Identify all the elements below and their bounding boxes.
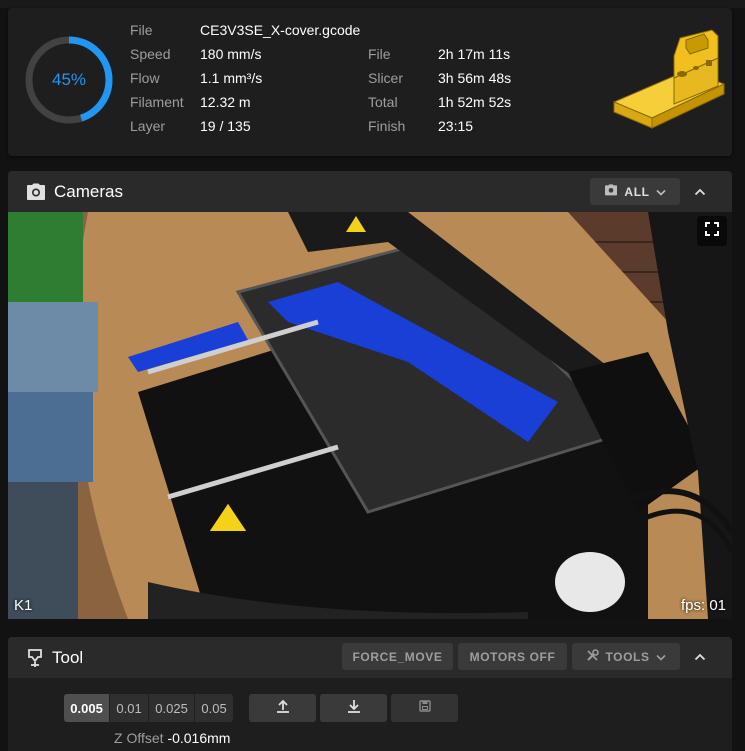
z-offset-readout: Z Offset -0.016mm <box>114 730 230 746</box>
progress-percent: 45% <box>51 70 87 89</box>
fullscreen-button[interactable] <box>697 216 727 246</box>
z-offset-save-button[interactable] <box>391 694 458 722</box>
cameras-collapse-button[interactable] <box>688 180 712 204</box>
tool-title: Tool <box>52 647 84 667</box>
tool-collapse-button[interactable] <box>688 645 712 669</box>
stat-label-finish: Finish <box>368 118 406 134</box>
stat-label-layer: Layer <box>130 118 166 134</box>
z-offset-down-button[interactable] <box>320 694 387 722</box>
chevron-up-icon <box>694 648 706 666</box>
stat-value-slicer: 3h 56m 48s <box>438 70 512 86</box>
camera-select-label: ALL <box>624 184 650 199</box>
z-step-selector: 0.005 0.01 0.025 0.05 <box>64 694 233 722</box>
stat-label-file: File <box>130 22 153 38</box>
stat-label-filament: Filament <box>130 94 184 110</box>
stat-value-finish: 23:15 <box>438 118 474 134</box>
nozzle-icon <box>26 648 44 668</box>
z-step-0025[interactable]: 0.025 <box>149 694 196 722</box>
camera-name-label: K1 <box>14 597 33 614</box>
save-icon <box>418 699 431 717</box>
stat-value-filament: 12.32 m <box>200 94 251 110</box>
stat-value-total: 1h 52m 52s <box>438 94 512 110</box>
chevron-down-icon <box>655 185 666 199</box>
z-step-005[interactable]: 0.05 <box>195 694 233 722</box>
stat-label-total: Total <box>368 94 398 110</box>
top-edge <box>0 0 745 8</box>
arrow-up-icon <box>276 699 290 718</box>
chevron-down-icon <box>655 650 666 664</box>
wrench-icon <box>586 648 600 665</box>
camera-small-icon <box>604 184 618 199</box>
z-step-001[interactable]: 0.01 <box>110 694 150 722</box>
stat-label-file-time: File <box>368 46 391 62</box>
arrow-down-icon <box>347 699 361 718</box>
force-move-button[interactable]: FORCE_MOVE <box>342 643 453 670</box>
motors-off-label: MOTORS OFF <box>469 649 556 664</box>
stat-label-slicer: Slicer <box>368 70 404 86</box>
tools-label: TOOLS <box>605 649 650 664</box>
gcode-thumbnail <box>608 26 728 136</box>
stat-label-flow: Flow <box>130 70 160 86</box>
stat-value-flow: 1.1 mm³/s <box>200 70 263 86</box>
force-move-label: FORCE_MOVE <box>352 649 443 664</box>
z-offset-value: -0.016mm <box>167 730 231 746</box>
z-step-0005[interactable]: 0.005 <box>64 694 111 722</box>
progress-ring: 45% <box>23 34 115 126</box>
z-offset-up-button[interactable] <box>249 694 316 722</box>
camera-fps-label: fps: 01 <box>680 597 726 614</box>
z-offset-label: Z Offset <box>114 730 164 746</box>
cameras-title: Cameras <box>54 181 123 201</box>
camera-stream[interactable]: K1 fps: 01 <box>8 212 732 619</box>
stat-value-layer: 19 / 135 <box>200 118 251 134</box>
stat-value-file-time: 2h 17m 11s <box>438 46 511 62</box>
camera-icon <box>26 183 46 201</box>
chevron-up-icon <box>694 183 706 201</box>
stat-value-filename: CE3V3SE_X-cover.gcode <box>200 22 361 38</box>
fullscreen-icon <box>705 221 719 241</box>
camera-select-all-button[interactable]: ALL <box>590 178 680 205</box>
motors-off-button[interactable]: MOTORS OFF <box>458 643 567 670</box>
tools-menu-button[interactable]: TOOLS <box>572 643 680 670</box>
stat-label-speed: Speed <box>130 46 171 62</box>
stat-value-speed: 180 mm/s <box>200 46 262 62</box>
